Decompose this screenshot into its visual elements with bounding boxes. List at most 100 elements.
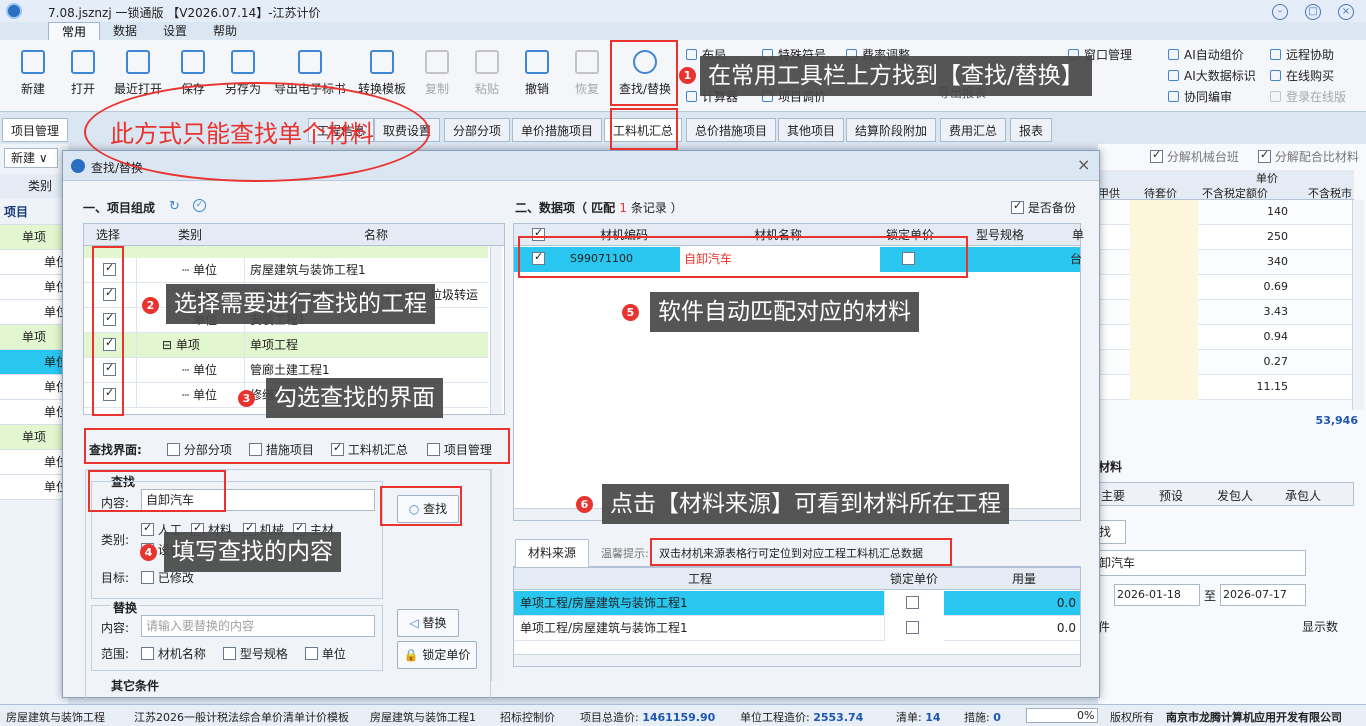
replace-group-title: 替换 [111,599,140,616]
project-tree-node[interactable]: 单项 [0,425,68,450]
tab-settlement-extra[interactable]: 结算阶段附加 [846,118,937,142]
date-to-field[interactable]: 2026-07-17 [1220,584,1306,606]
tab-other-items[interactable]: 其他项目 [778,118,845,142]
source-lock-checkbox[interactable] [906,621,919,634]
remote-assist-button[interactable]: 远程协助 [1270,46,1334,63]
new-button[interactable]: 新建 [8,46,58,108]
collab-review-button[interactable]: 协同编审 [1168,88,1232,105]
tab-project-manage[interactable]: 项目管理 [2,118,69,142]
interface-measures[interactable]: 措施项目 [249,441,314,458]
online-buy-button[interactable]: 在线购买 [1270,67,1334,84]
find-text-field[interactable]: 卸汽车 [1098,550,1306,576]
tab-fee-summary[interactable]: 费用汇总 [940,118,1007,142]
interface-project-manage[interactable]: 项目管理 [427,441,492,458]
ribbon-tab-settings[interactable]: 设置 [150,22,200,40]
copy-icon [425,50,449,74]
tab-total-measures[interactable]: 总价措施项目 [686,118,777,142]
interface-material-summary[interactable]: 工料机汇总 [331,441,408,458]
folder-icon [71,50,95,74]
date-from-field[interactable]: 2026-01-18 [1114,584,1200,606]
ribbon-tab-data[interactable]: 数据 [100,22,150,40]
login-icon [1270,91,1281,102]
copy-button[interactable]: 复制 [412,46,462,108]
data-row[interactable]: S99071100 自卸汽车 台 [514,247,1082,272]
material-tabs: 主要 预设 发包人 承包人 [1098,482,1354,506]
lock-icon: 🔒 [403,648,419,662]
open-button[interactable]: 打开 [58,46,108,108]
source-row[interactable]: 单项工程/房屋建筑与装饰工程1 0.0 [514,616,1080,641]
tree-row[interactable]: ⊟ 单项单项工程 [84,333,488,358]
ai-pricing-button[interactable]: AI自动组价 [1168,46,1244,63]
tab-material-summary[interactable]: 工料机汇总 [604,118,683,142]
project-tree-node[interactable]: 单位 [0,400,68,425]
target-label: 目标: [101,571,130,585]
range-material-name[interactable]: 材机名称 [141,645,206,662]
online-login-button[interactable]: 登录在线版 [1270,88,1346,105]
minimize-icon[interactable]: – [1272,4,1288,20]
project-tree-node[interactable]: 单项 [0,325,68,350]
range-spec[interactable]: 型号规格 [223,645,288,662]
paste-button[interactable]: 粘贴 [462,46,512,108]
range-unit[interactable]: 单位 [305,645,346,662]
tab-section-items[interactable]: 分部分项 [444,118,511,142]
project-tree-node[interactable]: 单位 [0,300,68,325]
undo-button[interactable]: 撤销 [512,46,562,108]
tree-row-checkbox[interactable] [103,286,116,301]
refresh-icon[interactable]: ↻ [169,199,180,214]
row-select-checkbox[interactable] [532,250,545,265]
summary-value-row: 11.15 [1098,375,1352,400]
project-tree-node[interactable]: 单位 [0,475,68,500]
split-mix-option[interactable]: 分解配合比材料 [1258,148,1359,165]
source-grid-hscroll[interactable] [514,654,1080,666]
close-icon[interactable]: × [1338,4,1354,20]
project-tree-node[interactable]: 单位 [0,350,68,375]
ribbon-tab-help[interactable]: 帮助 [200,22,250,40]
maximize-icon[interactable]: □ [1305,4,1321,20]
title-bar: 7.08.jsznzj 一锁通版 【V2026.07.14】-江苏计价 – □ … [0,0,1366,22]
tree-row-checkbox[interactable] [103,386,116,401]
find-button[interactable]: ○ 查找 [397,495,459,523]
status-unit-project: 房屋建筑与装饰工程1 [370,711,476,724]
redo-button[interactable]: 恢复 [562,46,612,108]
row-lock-checkbox[interactable] [902,252,915,265]
new-dropdown[interactable]: 新建 ∨ [4,148,58,168]
tree-row-checkbox[interactable] [103,361,116,376]
tree-scrollbar[interactable] [490,246,502,414]
tab-material-source[interactable]: 材料来源 [515,539,589,567]
dialog-close-icon[interactable]: × [1077,155,1090,174]
tree-row[interactable]: ┄ 单位房屋建筑与装饰工程1 [84,258,488,283]
ribbon-tab-common[interactable]: 常用 [48,22,101,40]
project-tree-node[interactable]: 单位 [0,450,68,475]
tab-reports[interactable]: 报表 [1010,118,1053,142]
interface-section-items[interactable]: 分部分项 [167,441,232,458]
backup-option[interactable]: 是否备份 [1011,199,1076,216]
summary-scrollbar[interactable] [1352,200,1364,410]
split-machine-option[interactable]: 分解机械台班 [1150,148,1239,165]
lock-price-button[interactable]: 🔒 锁定单价 [397,641,477,669]
find-content-input[interactable]: 自卸汽车 [141,489,375,511]
find-replace-button[interactable]: 查找/替换 [614,46,676,108]
ai-bigdata-button[interactable]: AI大数据标识 [1168,67,1256,84]
tab-unit-measures[interactable]: 单价措施项目 [512,118,603,142]
tree-row-checkbox[interactable] [103,336,116,351]
status-measure-count: 措施: 0 [964,711,1001,724]
replace-button[interactable]: ◁ 替换 [397,609,459,637]
project-tree-node[interactable]: 项目 [0,200,68,225]
tree-row-checkbox[interactable] [103,311,116,326]
options-scrollbar[interactable] [491,469,503,681]
hint-label: 温馨提示: [601,547,649,560]
project-tree-node[interactable]: 单位 [0,275,68,300]
find-replace-dialog: 查找/替换 × 一、项目组成 ↻ ✓ 选择 类别 名称 ┄ 单位房屋建筑与装饰工… [62,150,1100,701]
ai-icon [1168,49,1179,60]
project-tree-node[interactable]: 单位 [0,375,68,400]
source-lock-checkbox[interactable] [906,596,919,609]
replace-content-input[interactable]: 请输入要替换的内容 [141,615,375,637]
project-tree-node[interactable]: 单项 [0,225,68,250]
source-row[interactable]: 单项工程/房屋建筑与装饰工程1 0.0 [514,591,1080,616]
tree-row-checkbox[interactable] [103,261,116,276]
check-all-icon[interactable]: ✓ [193,199,206,212]
project-tree-node[interactable]: 单位 [0,250,68,275]
find-mini-button[interactable]: 找 [1098,520,1126,544]
window-title: 7.08.jsznzj 一锁通版 【V2026.07.14】-江苏计价 [48,6,321,20]
select-all-checkbox[interactable] [532,226,545,241]
